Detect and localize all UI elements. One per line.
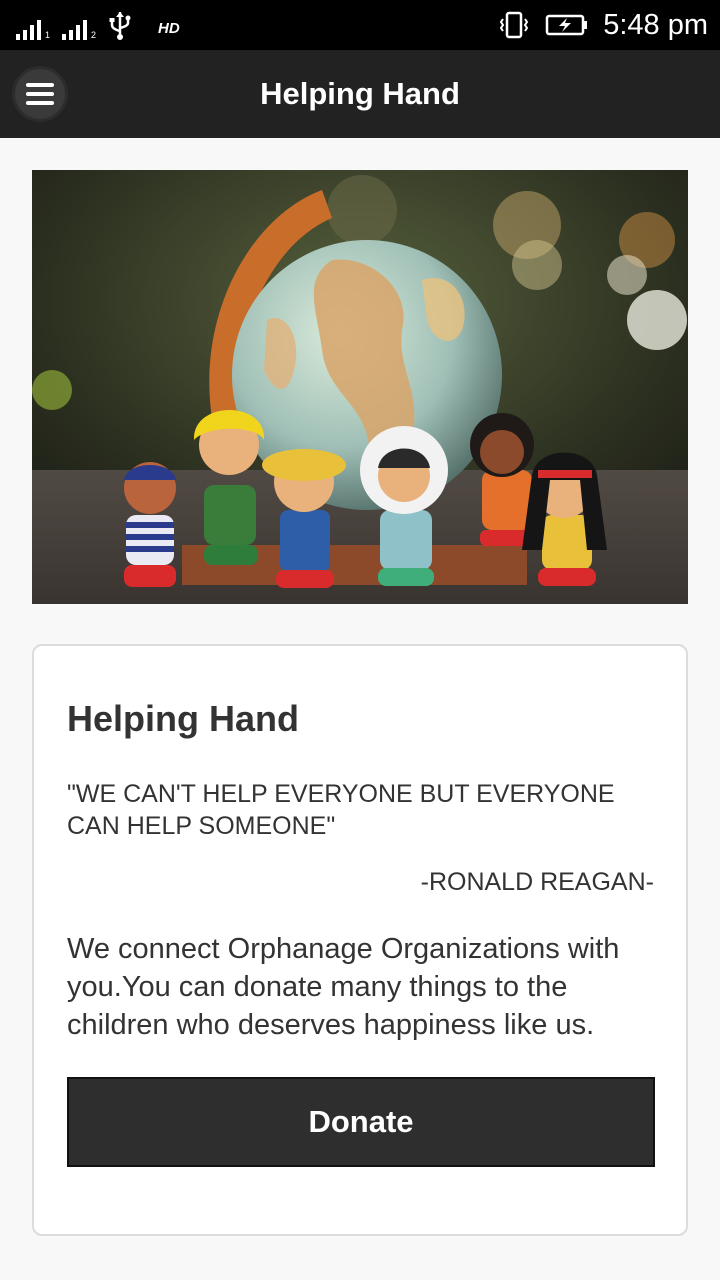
clock: 5:48 pm	[603, 9, 708, 41]
toy-figure	[124, 462, 176, 587]
globe-with-toy-children-image	[32, 170, 688, 604]
usb-icon	[109, 12, 131, 40]
vibrate-icon	[500, 11, 529, 39]
status-left-icons: 1 2 HD	[16, 10, 180, 40]
sim2-label: 2	[91, 30, 97, 40]
signal-icon: 1	[16, 18, 50, 40]
donate-button[interactable]: Donate	[67, 1077, 655, 1167]
quote-text: "WE CAN'T HELP EVERYONE BUT EVERYONE CAN…	[67, 780, 615, 840]
hero-image	[32, 170, 688, 604]
status-bar: 1 2 HD 5:48 pm	[0, 0, 720, 50]
card-title: Helping Hand	[67, 698, 299, 739]
info-card: Helping Hand "WE CAN'T HELP EVERYONE BUT…	[32, 644, 688, 1236]
hd-label: HD	[158, 20, 180, 37]
quote-author: -RONALD REAGAN-	[420, 868, 654, 896]
signal-icon: 2	[62, 18, 96, 40]
app-bar: Helping Hand	[0, 50, 720, 138]
battery-charging-icon	[545, 14, 588, 36]
app-title: Helping Hand	[260, 76, 460, 111]
sim1-label: 1	[45, 30, 51, 40]
status-right-icons: 5:48 pm	[497, 0, 708, 50]
description-text: We connect Orphanage Organizations with …	[67, 933, 620, 1041]
